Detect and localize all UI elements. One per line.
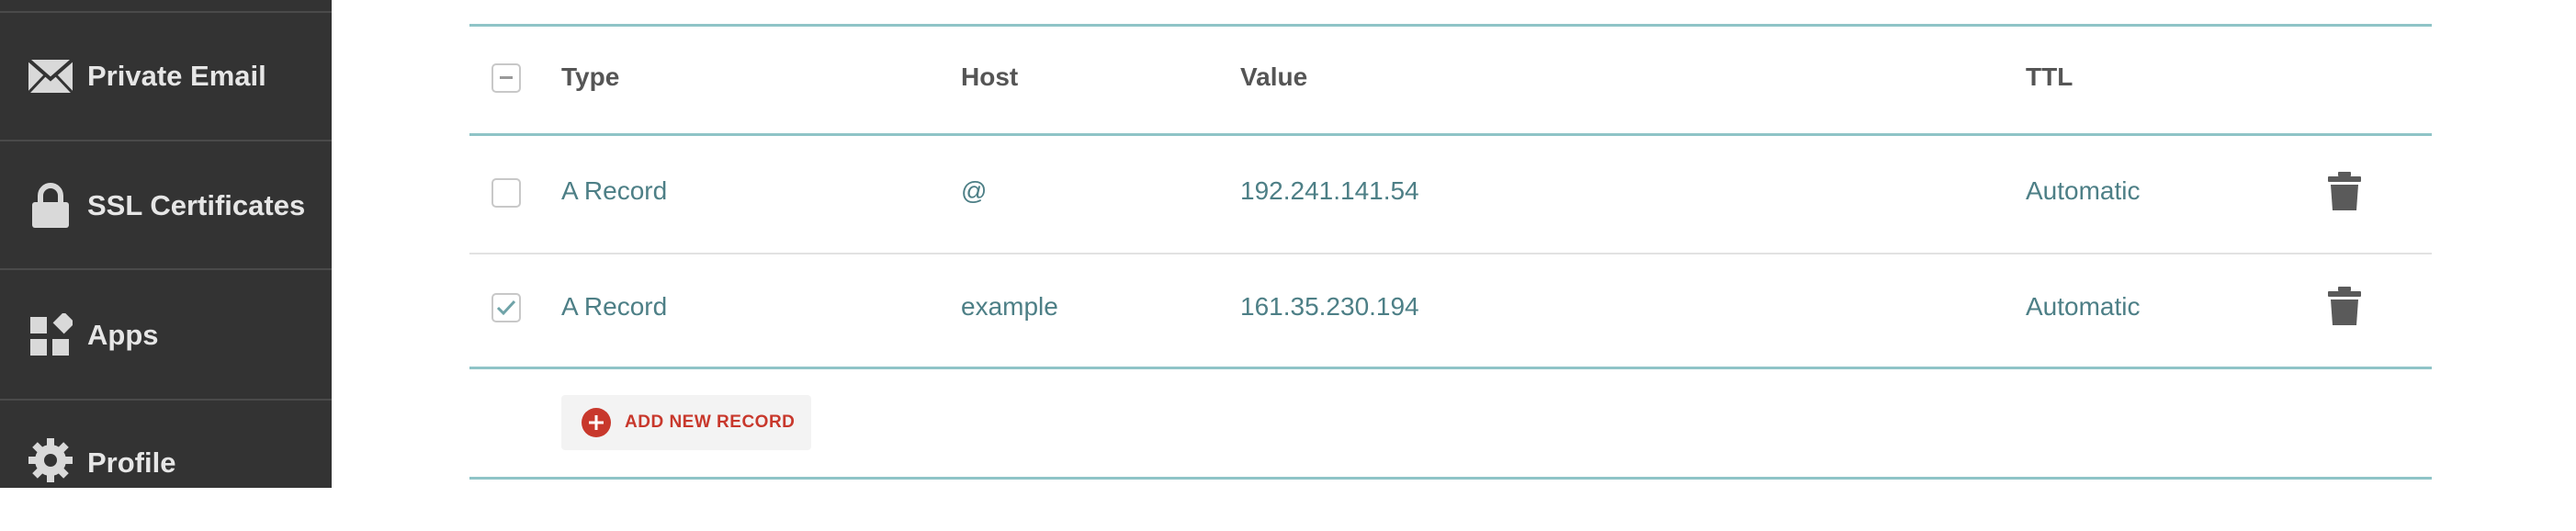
apps-icon bbox=[28, 312, 73, 358]
add-new-record-label: ADD NEW RECORD bbox=[625, 412, 796, 432]
table-top-border bbox=[469, 24, 2432, 27]
minus-icon bbox=[500, 76, 513, 79]
record-ttl[interactable]: Automatic bbox=[2026, 292, 2141, 322]
table-bottom-border bbox=[469, 477, 2432, 480]
main-content: Type Host Value TTL A Record @ 192.241.1… bbox=[332, 0, 2576, 488]
record-host[interactable]: @ bbox=[961, 176, 987, 206]
sidebar-item-private-email[interactable]: Private Email bbox=[0, 13, 332, 141]
record-type[interactable]: A Record bbox=[561, 176, 667, 206]
sidebar-item-apps[interactable]: Apps bbox=[0, 272, 332, 401]
sidebar-item-profile[interactable]: Profile bbox=[0, 402, 332, 531]
header-host[interactable]: Host bbox=[961, 62, 1018, 92]
sidebar-item-label: Profile bbox=[87, 446, 176, 479]
add-new-record-button[interactable]: ADD NEW RECORD bbox=[561, 395, 811, 450]
checkmark-icon bbox=[496, 299, 516, 316]
record-ttl[interactable]: Automatic bbox=[2026, 176, 2141, 206]
sidebar-item-label: SSL Certificates bbox=[87, 189, 306, 221]
table-rows-bottom-border bbox=[469, 367, 2432, 369]
trash-icon[interactable] bbox=[2328, 172, 2361, 210]
row-checkbox[interactable] bbox=[491, 293, 521, 322]
gear-icon bbox=[28, 437, 73, 483]
lock-icon bbox=[28, 183, 73, 229]
add-icon bbox=[582, 408, 611, 437]
record-type[interactable]: A Record bbox=[561, 292, 667, 322]
sidebar-item-label: Private Email bbox=[87, 60, 266, 92]
envelope-icon bbox=[28, 53, 73, 99]
select-all-checkbox[interactable] bbox=[491, 63, 521, 93]
sidebar-item-ssl-certificates[interactable]: SSL Certificates bbox=[0, 143, 332, 270]
sidebar: Private Email SSL Certificates Apps Prof… bbox=[0, 0, 332, 488]
header-type[interactable]: Type bbox=[561, 62, 619, 92]
record-value[interactable]: 192.241.141.54 bbox=[1240, 176, 1419, 206]
row-checkbox[interactable] bbox=[491, 178, 521, 208]
header-ttl[interactable]: TTL bbox=[2026, 62, 2073, 92]
header-divider bbox=[469, 133, 2432, 136]
record-value[interactable]: 161.35.230.194 bbox=[1240, 292, 1419, 322]
sidebar-item-label: Apps bbox=[87, 319, 159, 351]
header-value[interactable]: Value bbox=[1240, 62, 1307, 92]
trash-icon[interactable] bbox=[2328, 287, 2361, 325]
record-host[interactable]: example bbox=[961, 292, 1058, 322]
row-divider bbox=[469, 253, 2432, 254]
